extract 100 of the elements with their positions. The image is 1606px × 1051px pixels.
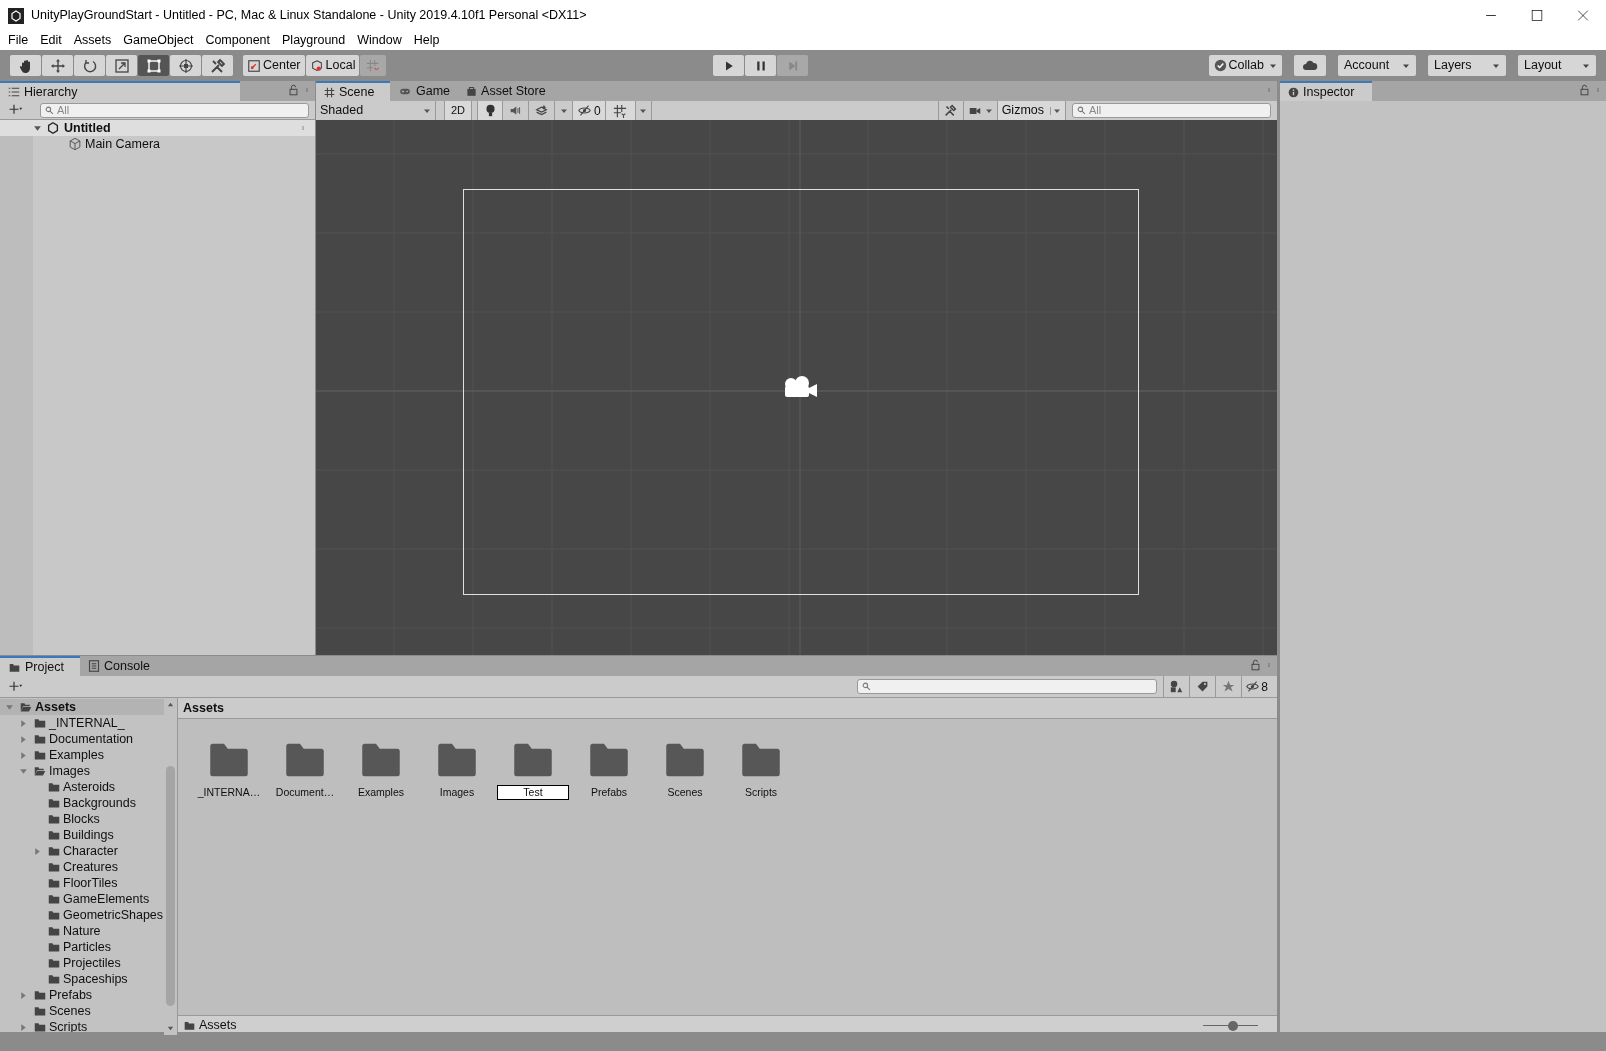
tool-button[interactable] [10,55,41,76]
collapsed-arrow-icon[interactable] [19,1022,28,1032]
asset-label: Scripts [744,785,778,800]
project-tree-item[interactable]: Scripts [0,1019,164,1035]
project-tree-item[interactable]: Projectiles [0,955,164,971]
hierarchy-row[interactable]: Untitled [0,120,315,136]
project-tree-item[interactable]: Buildings [0,827,164,843]
expanded-arrow-icon[interactable] [33,123,42,133]
search-icon [45,105,54,115]
project-tree-item[interactable]: Examples [0,747,164,763]
panel-tab[interactable]: Scene [316,81,390,101]
menu-item[interactable]: Edit [34,31,68,50]
tool-button[interactable] [106,55,137,76]
project-tree-item[interactable]: Backgrounds [0,795,164,811]
menu-item[interactable]: GameObject [117,31,200,50]
project-tree-item[interactable]: Prefabs [0,987,164,1003]
folder-icon [33,733,47,745]
toolbar-dropdown[interactable]: Layout [1518,55,1596,76]
project-tree-item[interactable]: FloorTiles [0,875,164,891]
project-tree-item[interactable]: Nature [0,923,164,939]
panel-tab[interactable]: Hierarchy [0,81,240,101]
search-icon [862,682,872,691]
hierarchy-row[interactable]: Main Camera [0,136,315,152]
lock-icon[interactable] [1250,659,1261,671]
folder-icon [47,925,61,937]
project-tree-item[interactable]: Assets [0,699,164,715]
tool-button[interactable] [170,55,201,76]
collapsed-arrow-icon[interactable] [19,750,28,760]
grid-button[interactable] [605,101,636,120]
folder-icon [47,845,61,857]
menu-item[interactable]: File [2,31,35,50]
project-tree-item[interactable]: Particles [0,939,164,955]
hidden-packages-toggle[interactable]: 8 [1241,675,1271,698]
project-tree-item[interactable]: Character [0,843,164,859]
cloud-button[interactable] [1294,55,1326,76]
search-field[interactable] [857,679,1158,694]
folder-icon [47,829,61,841]
project-tree-item[interactable]: _INTERNAL_ [0,715,164,731]
asset-label: Document… [275,785,335,800]
tool-button[interactable] [74,55,105,76]
tool-button[interactable] [42,55,73,76]
label-tag-icon [1196,680,1210,693]
tools-icon [209,57,226,74]
hidden-eye-icon [577,104,593,117]
rename-field[interactable]: Test [497,785,569,800]
panel-tab[interactable]: Project [0,656,80,676]
pivot-button[interactable]: Local [305,55,360,76]
project-tree-item[interactable]: Asteroids [0,779,164,795]
search-field[interactable]: All [40,102,309,118]
folder-icon [33,749,47,761]
project-tree-item[interactable]: Creatures [0,859,164,875]
lighting-button[interactable] [477,101,504,120]
collab-dropdown[interactable]: Collab [1208,55,1282,76]
2d-toggle[interactable]: 2D [444,101,473,120]
lock-icon[interactable] [1579,84,1590,96]
asset-label: _INTERNA… [197,785,261,800]
hidden-objects-toggle[interactable]: 0 [573,101,606,120]
zoom-slider[interactable] [1203,1020,1258,1031]
menu-item[interactable]: Assets [67,31,118,50]
menu-item[interactable]: Window [351,31,408,50]
gizmos-dropdown[interactable]: Gizmos [997,101,1066,120]
filter-type-icon [1170,680,1184,693]
menu-item[interactable]: Help [407,31,446,50]
path-label: Assets [199,1017,237,1035]
project-tree-item[interactable]: Documentation [0,731,164,747]
expanded-arrow-icon[interactable] [19,766,28,776]
shading-dropdown[interactable]: Shaded [316,101,436,120]
collapsed-arrow-icon[interactable] [19,718,28,728]
project-tree-item[interactable]: GeometricShapes [0,907,164,923]
menu-item[interactable]: Playground [276,31,352,50]
project-tree-item[interactable]: GameElements [0,891,164,907]
asset-label: Scenes [667,785,703,800]
tools-button[interactable] [937,101,964,120]
pivot-local-icon [309,58,324,73]
playback-button[interactable] [713,55,745,76]
project-tree-item[interactable]: Spaceships [0,971,164,987]
project-tree-item[interactable]: Blocks [0,811,164,827]
slider-thumb[interactable] [1228,1020,1239,1031]
collapsed-arrow-icon[interactable] [19,734,28,744]
transform-icon [177,57,194,74]
folder-icon [47,861,61,873]
rotate-icon [81,57,98,74]
collapsed-arrow-icon[interactable] [33,846,42,856]
lock-icon[interactable] [288,84,299,96]
collapsed-arrow-icon[interactable] [19,990,28,1000]
toolbar-dropdown[interactable]: Account [1338,55,1416,76]
project-tree-item[interactable]: Scenes [0,1003,164,1019]
panel-tab[interactable]: Inspector [1280,81,1372,101]
playback-button[interactable] [745,55,777,76]
folder-icon [47,909,61,921]
breadcrumb-label: Assets [178,698,1277,719]
tool-button[interactable] [202,55,233,76]
toolbar-dropdown[interactable]: Layers [1428,55,1506,76]
pivot-button[interactable]: Center [243,55,305,76]
project-tree-item[interactable]: Images [0,763,164,779]
folder-icon [33,717,47,729]
search-field[interactable]: All [1072,103,1271,118]
tool-button[interactable] [138,55,169,76]
camera-gizmo-icon[interactable] [785,376,817,397]
menu-item[interactable]: Component [199,31,276,50]
